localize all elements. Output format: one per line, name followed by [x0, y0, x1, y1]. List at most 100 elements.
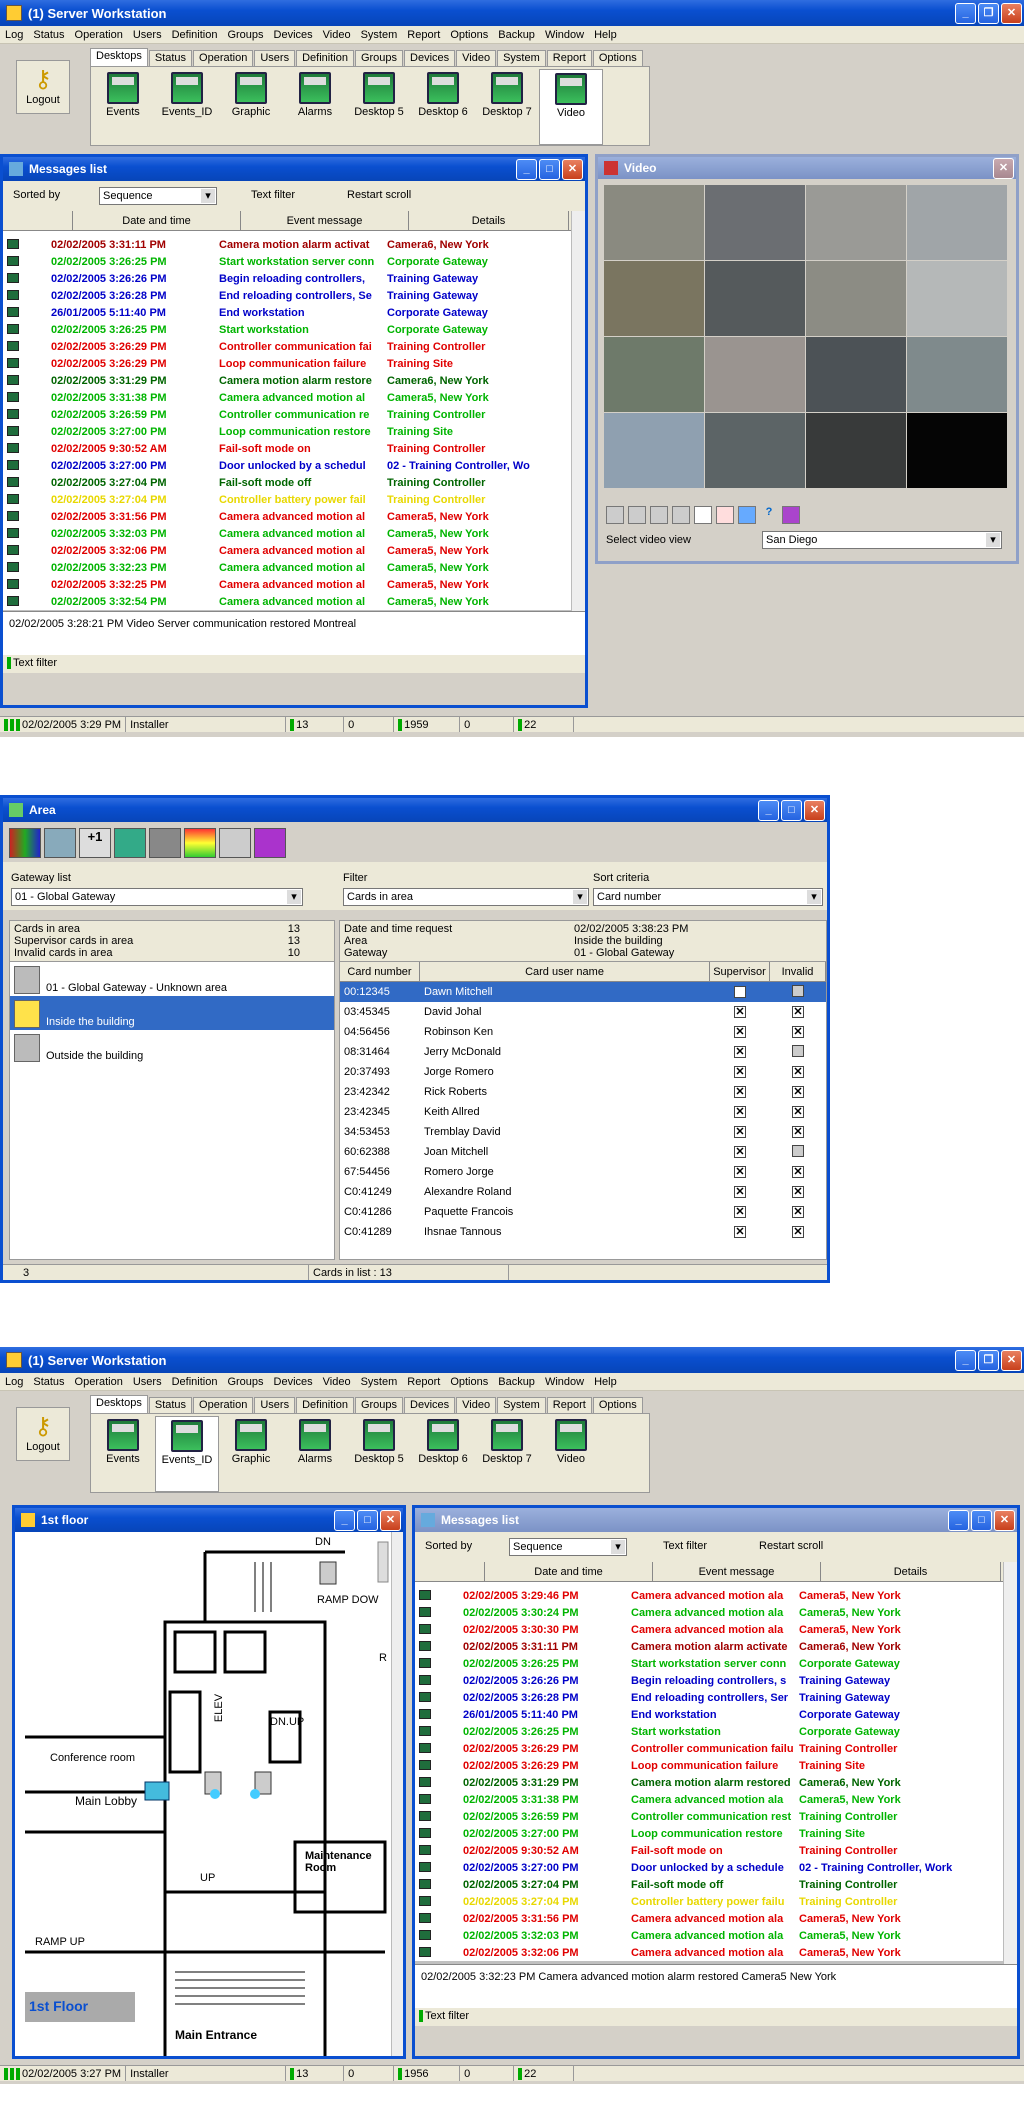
video-tile[interactable]	[705, 261, 805, 336]
supervisor-checkbox[interactable]: ✕	[734, 1106, 746, 1118]
video-tile[interactable]	[806, 413, 906, 488]
message-row[interactable]: 02/02/2005 3:32:03 PM Camera advanced mot…	[415, 1927, 1017, 1944]
message-row[interactable]: 26/01/2005 5:11:40 PM End workstation Corp…	[3, 304, 585, 321]
supervisor-checkbox[interactable]: ✕	[734, 1146, 746, 1158]
snapshot-icon[interactable]	[716, 506, 734, 524]
tab-report[interactable]: Report	[546, 50, 592, 66]
restart-scroll-button[interactable]: Restart scroll	[759, 1540, 823, 1552]
menu-item[interactable]: Users	[128, 29, 167, 41]
card-row[interactable]: 00:12345 Dawn Mitchell ✕	[340, 982, 826, 1002]
card-row[interactable]: 67:54456 Romero Jorge ✕ ✕	[340, 1162, 826, 1182]
supervisor-checkbox[interactable]: ✕	[734, 1026, 746, 1038]
menu-item[interactable]: Options	[445, 29, 493, 41]
message-row[interactable]: 02/02/2005 3:32:06 PM Camera advanced mot…	[3, 542, 585, 559]
supervisor-checkbox[interactable]: ✕	[734, 1046, 746, 1058]
supervisor-checkbox[interactable]: ✕	[734, 1086, 746, 1098]
lock-icon[interactable]	[149, 828, 181, 858]
menu-item[interactable]: Log	[0, 29, 28, 41]
tab-video[interactable]: Video	[456, 1397, 497, 1413]
message-row[interactable]: 02/02/2005 3:26:29 PM Controller communic…	[3, 338, 585, 355]
message-row[interactable]: 02/02/2005 3:26:29 PM Controller communic…	[415, 1740, 1017, 1757]
message-row[interactable]: 02/02/2005 9:30:52 AM Fail-soft mode on Tr…	[415, 1842, 1017, 1859]
message-row[interactable]: 02/02/2005 3:26:25 PM Start workstation Co…	[415, 1723, 1017, 1740]
message-row[interactable]: 02/02/2005 3:26:25 PM Start workstation s…	[3, 253, 585, 270]
close-button[interactable]: ✕	[562, 158, 583, 180]
toolbar-button[interactable]: Events	[91, 69, 155, 145]
tab-devices[interactable]: Devices	[404, 1397, 456, 1413]
minimize-button[interactable]: _	[955, 1349, 976, 1371]
message-row[interactable]: 02/02/2005 3:26:29 PM Loop communication …	[3, 355, 585, 372]
toolbar-button[interactable]: Events_ID	[155, 1416, 219, 1492]
globe-icon[interactable]	[114, 828, 146, 858]
card-row[interactable]: 20:37493 Jorge Romero ✕ ✕	[340, 1062, 826, 1082]
message-row[interactable]: 02/02/2005 3:26:26 PM Begin reloading con…	[415, 1672, 1017, 1689]
video-tile[interactable]	[806, 337, 906, 412]
message-row[interactable]: 02/02/2005 3:30:24 PM Camera advanced mot…	[415, 1604, 1017, 1621]
menu-item[interactable]: Groups	[222, 1376, 268, 1388]
message-row[interactable]: 02/02/2005 3:31:29 PM Camera motion alarm…	[3, 372, 585, 389]
video-tile[interactable]	[806, 185, 906, 260]
tab-users[interactable]: Users	[254, 1397, 296, 1413]
message-row[interactable]: 02/02/2005 3:31:38 PM Camera advanced mot…	[3, 389, 585, 406]
menu-item[interactable]: Definition	[167, 29, 223, 41]
close-button[interactable]: ✕	[380, 1509, 401, 1531]
menu-item[interactable]: Backup	[493, 29, 540, 41]
message-row[interactable]: 02/02/2005 3:26:59 PM Controller communic…	[415, 1808, 1017, 1825]
invalid-checkbox[interactable]: ✕	[792, 1126, 804, 1138]
message-row[interactable]: 02/02/2005 3:27:04 PM Controller battery …	[3, 491, 585, 508]
message-row[interactable]: 02/02/2005 3:31:56 PM Camera advanced mot…	[3, 508, 585, 525]
menu-item[interactable]: System	[356, 1376, 403, 1388]
scrollbar[interactable]	[1003, 1562, 1017, 1964]
maximize-button[interactable]: □	[357, 1509, 378, 1531]
minimize-button[interactable]: _	[955, 2, 976, 24]
invalid-checkbox[interactable]: ✕	[792, 1006, 804, 1018]
message-row[interactable]: 02/02/2005 3:29:46 PM Camera advanced mot…	[415, 1587, 1017, 1604]
menu-item[interactable]: Report	[402, 29, 445, 41]
message-row[interactable]: 02/02/2005 3:27:04 PM Fail-soft mode off T…	[415, 1876, 1017, 1893]
scrollbar[interactable]	[391, 1532, 403, 2056]
toolbar-button[interactable]: Desktop 7	[475, 1416, 539, 1492]
gateway-select[interactable]: 01 - Global Gateway ▾	[11, 888, 303, 906]
tab-desktops[interactable]: Desktops	[90, 48, 148, 66]
close-button[interactable]: ✕	[1001, 1349, 1022, 1371]
toolbar-button[interactable]: Alarms	[283, 1416, 347, 1492]
sort-criteria-select[interactable]: Card number ▾	[593, 888, 823, 906]
message-row[interactable]: 02/02/2005 3:32:23 PMCamera advanced mot…	[415, 1961, 1017, 1964]
maximize-button[interactable]: □	[539, 158, 560, 180]
supervisor-checkbox[interactable]: ✕	[734, 1066, 746, 1078]
card-row[interactable]: C0:41249 Alexandre Roland ✕ ✕	[340, 1182, 826, 1202]
message-row[interactable]: 02/02/2005 3:27:00 PM Loop communication …	[3, 423, 585, 440]
video-view-select[interactable]: San Diego ▾	[762, 531, 1002, 549]
menu-item[interactable]: Operation	[70, 29, 128, 41]
message-row[interactable]: 02/02/2005 3:26:25 PM Start workstation Co…	[3, 321, 585, 338]
message-row[interactable]: 02/02/2005 3:31:29 PM Camera motion alarm…	[415, 1774, 1017, 1791]
toolbar-button[interactable]: Video	[539, 69, 603, 145]
people-icon[interactable]	[44, 828, 76, 858]
restore-button[interactable]: ❐	[978, 1349, 999, 1371]
message-row[interactable]: 02/02/2005 3:28:21 PMVideo Server commun…	[3, 610, 585, 611]
message-row[interactable]: 02/02/2005 3:26:59 PM Controller communic…	[3, 406, 585, 423]
supervisor-checkbox[interactable]: ✕	[734, 1166, 746, 1178]
menu-item[interactable]: Status	[28, 1376, 69, 1388]
message-row[interactable]: 02/02/2005 3:27:04 PM Controller battery …	[415, 1893, 1017, 1910]
video-tile[interactable]	[907, 185, 1007, 260]
tab-devices[interactable]: Devices	[404, 50, 456, 66]
toolbar-button[interactable]: Desktop 6	[411, 1416, 475, 1492]
minimize-button[interactable]: _	[758, 799, 779, 821]
menu-item[interactable]: Operation	[70, 1376, 128, 1388]
toolbar-button[interactable]: Desktop 6	[411, 69, 475, 145]
help-icon[interactable]: ?	[760, 506, 778, 524]
book-icon[interactable]	[254, 828, 286, 858]
card-row[interactable]: 23:42342 Rick Roberts ✕ ✕	[340, 1082, 826, 1102]
layout-1-icon[interactable]	[606, 506, 624, 524]
message-row[interactable]: 02/02/2005 3:32:03 PM Camera advanced mot…	[3, 525, 585, 542]
invalid-checkbox[interactable]	[792, 1144, 804, 1157]
card-row[interactable]: C0:41286 Paquette Francois ✕ ✕	[340, 1202, 826, 1222]
sort-select[interactable]: Sequence ▾	[509, 1538, 627, 1556]
message-row[interactable]: 02/02/2005 3:27:00 PM Door unlocked by a …	[3, 457, 585, 474]
message-row[interactable]: 02/02/2005 3:26:28 PM End reloading contr…	[3, 287, 585, 304]
area-tree-item[interactable]: 01 - Global Gateway - Unknown area	[10, 962, 334, 996]
grid-view-icon[interactable]	[738, 506, 756, 524]
tab-system[interactable]: System	[497, 1397, 546, 1413]
supervisor-checkbox[interactable]: ✕	[734, 986, 746, 998]
